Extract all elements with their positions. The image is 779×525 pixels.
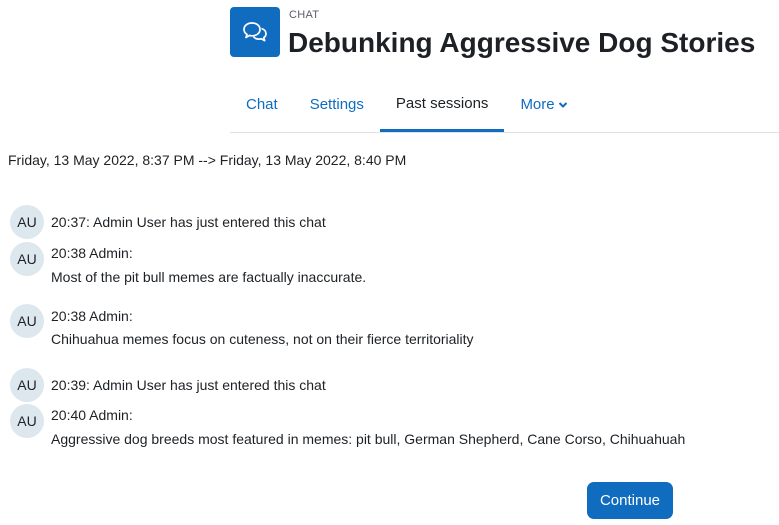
message-header: 20:38 Admin: — [51, 245, 133, 261]
activity-type-label: CHAT — [289, 9, 320, 21]
tab-label: Past sessions — [395, 95, 489, 112]
avatar: AU — [10, 205, 44, 239]
avatar: AU — [10, 368, 44, 402]
message-header: 20:38 Admin: — [51, 308, 133, 324]
tab-settings[interactable]: Settings — [294, 78, 380, 131]
avatar: AU — [10, 242, 44, 276]
tab-label: More — [520, 96, 555, 113]
message-text: Chihuahua memes focus on cuteness, not o… — [51, 331, 474, 347]
avatar: AU — [10, 304, 44, 338]
tab-more[interactable]: More — [504, 78, 583, 131]
session-time-range: Friday, 13 May 2022, 8:37 PM --> Friday,… — [8, 152, 407, 168]
tab-label: Chat — [246, 96, 278, 113]
message-header: 20:40 Admin: — [51, 407, 133, 423]
tab-label: Settings — [309, 96, 364, 113]
chat-bubbles-icon — [230, 7, 280, 57]
message-text: Aggressive dog breeds most featured in m… — [51, 431, 686, 447]
page-title: Debunking Aggressive Dog Stories — [288, 27, 756, 58]
tab-past-sessions[interactable]: Past sessions — [379, 78, 505, 132]
message-header: 20:39: Admin User has just entered this … — [51, 377, 326, 393]
continue-button[interactable]: Continue — [587, 482, 673, 519]
avatar: AU — [10, 404, 44, 438]
chevron-down-icon — [558, 101, 568, 109]
message-header: 20:37: Admin User has just entered this … — [51, 214, 326, 230]
secondary-navigation: Chat Settings Past sessions More — [230, 78, 779, 133]
message-text: Most of the pit bull memes are factually… — [51, 269, 367, 285]
tab-chat[interactable]: Chat — [230, 78, 294, 131]
